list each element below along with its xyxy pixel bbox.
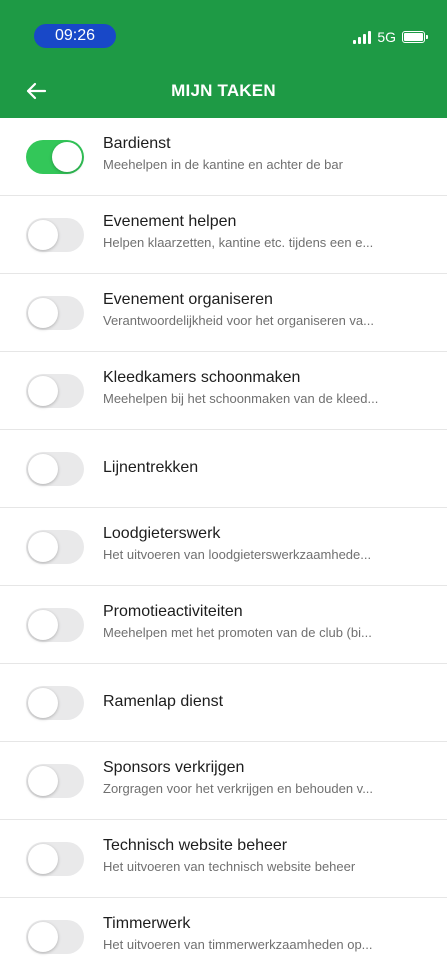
task-description: Zorgragen voor het verkrijgen en behoude… bbox=[103, 781, 374, 796]
app-header: 09:26 5G MIJN TAKEN bbox=[0, 0, 447, 118]
task-toggle[interactable] bbox=[26, 920, 84, 954]
task-title: Loodgieterswerk bbox=[103, 525, 221, 542]
task-description: Meehelpen in de kantine en achter de bar bbox=[103, 157, 343, 172]
task-description: Het uitvoeren van technisch website behe… bbox=[103, 859, 356, 874]
task-toggle[interactable] bbox=[26, 218, 84, 252]
task-row: Technisch website beheer Het uitvoeren va… bbox=[0, 820, 447, 898]
network-label: 5G bbox=[377, 29, 396, 45]
task-title: Timmerwerk bbox=[103, 915, 191, 932]
task-row: Lijnentrekken bbox=[0, 430, 447, 508]
task-toggle[interactable] bbox=[26, 608, 84, 642]
toggle-knob bbox=[28, 610, 58, 640]
toggle-knob bbox=[28, 376, 58, 406]
nav-bar: MIJN TAKEN bbox=[0, 64, 447, 118]
toggle-knob bbox=[28, 298, 58, 328]
task-row: Evenement helpen Helpen klaarzetten, kant… bbox=[0, 196, 447, 274]
task-description: Het uitvoeren van timmerwerkzaamheden op… bbox=[103, 937, 373, 952]
task-description: Meehelpen met het promoten van de club (… bbox=[103, 625, 372, 640]
task-toggle[interactable] bbox=[26, 452, 84, 486]
task-toggle[interactable] bbox=[26, 842, 84, 876]
status-time: 09:26 bbox=[34, 24, 116, 48]
page-title: MIJN TAKEN bbox=[171, 81, 276, 100]
status-bar: 09:26 5G bbox=[0, 0, 447, 64]
task-row: Bardienst Meehelpen in de kantine en acht… bbox=[0, 118, 447, 196]
toggle-knob bbox=[28, 844, 58, 874]
task-row: Timmerwerk Het uitvoeren van timmerwerkza… bbox=[0, 898, 447, 976]
task-toggle[interactable] bbox=[26, 686, 84, 720]
task-toggle[interactable] bbox=[26, 530, 84, 564]
signal-icon bbox=[353, 30, 372, 44]
toggle-knob bbox=[28, 766, 58, 796]
task-toggle[interactable] bbox=[26, 374, 84, 408]
task-row: Promotieactiviteiten Meehelpen met het pr… bbox=[0, 586, 447, 664]
task-toggle-on[interactable] bbox=[26, 140, 84, 174]
task-title: Promotieactiviteiten bbox=[103, 603, 243, 620]
task-row: Kleedkamers schoonmaken Meehelpen bij het… bbox=[0, 352, 447, 430]
toggle-knob bbox=[28, 454, 58, 484]
task-title: Sponsors verkrijgen bbox=[103, 759, 245, 776]
toggle-knob bbox=[28, 688, 58, 718]
task-title: Ramenlap dienst bbox=[103, 693, 224, 710]
battery-icon bbox=[402, 31, 428, 43]
toggle-knob bbox=[28, 220, 58, 250]
task-description: Het uitvoeren van loodgieterswerkzaamhed… bbox=[103, 547, 372, 562]
task-title: Bardienst bbox=[103, 135, 171, 152]
task-description: Meehelpen bij het schoonmaken van de kle… bbox=[103, 391, 379, 406]
toggle-knob bbox=[28, 922, 58, 952]
task-toggle[interactable] bbox=[26, 296, 84, 330]
task-title: Evenement helpen bbox=[103, 213, 237, 230]
status-indicators: 5G bbox=[353, 28, 428, 46]
task-title: Evenement organiseren bbox=[103, 291, 273, 308]
task-row: Sponsors verkrijgen Zorgragen voor het ve… bbox=[0, 742, 447, 820]
task-list: Bardienst Meehelpen in de kantine en acht… bbox=[0, 118, 447, 976]
task-description: Helpen klaarzetten, kantine etc. tijdens… bbox=[103, 235, 374, 250]
task-toggle[interactable] bbox=[26, 764, 84, 798]
toggle-knob bbox=[52, 142, 82, 172]
task-row: Loodgieterswerk Het uitvoeren van loodgie… bbox=[0, 508, 447, 586]
task-description: Verantwoordelijkheid voor het organisere… bbox=[103, 313, 374, 328]
task-row: Ramenlap dienst bbox=[0, 664, 447, 742]
task-row: Evenement organiseren Verantwoordelijkhei… bbox=[0, 274, 447, 352]
task-title: Lijnentrekken bbox=[103, 459, 199, 476]
task-title: Kleedkamers schoonmaken bbox=[103, 369, 301, 386]
toggle-knob bbox=[28, 532, 58, 562]
task-title: Technisch website beheer bbox=[103, 837, 288, 854]
